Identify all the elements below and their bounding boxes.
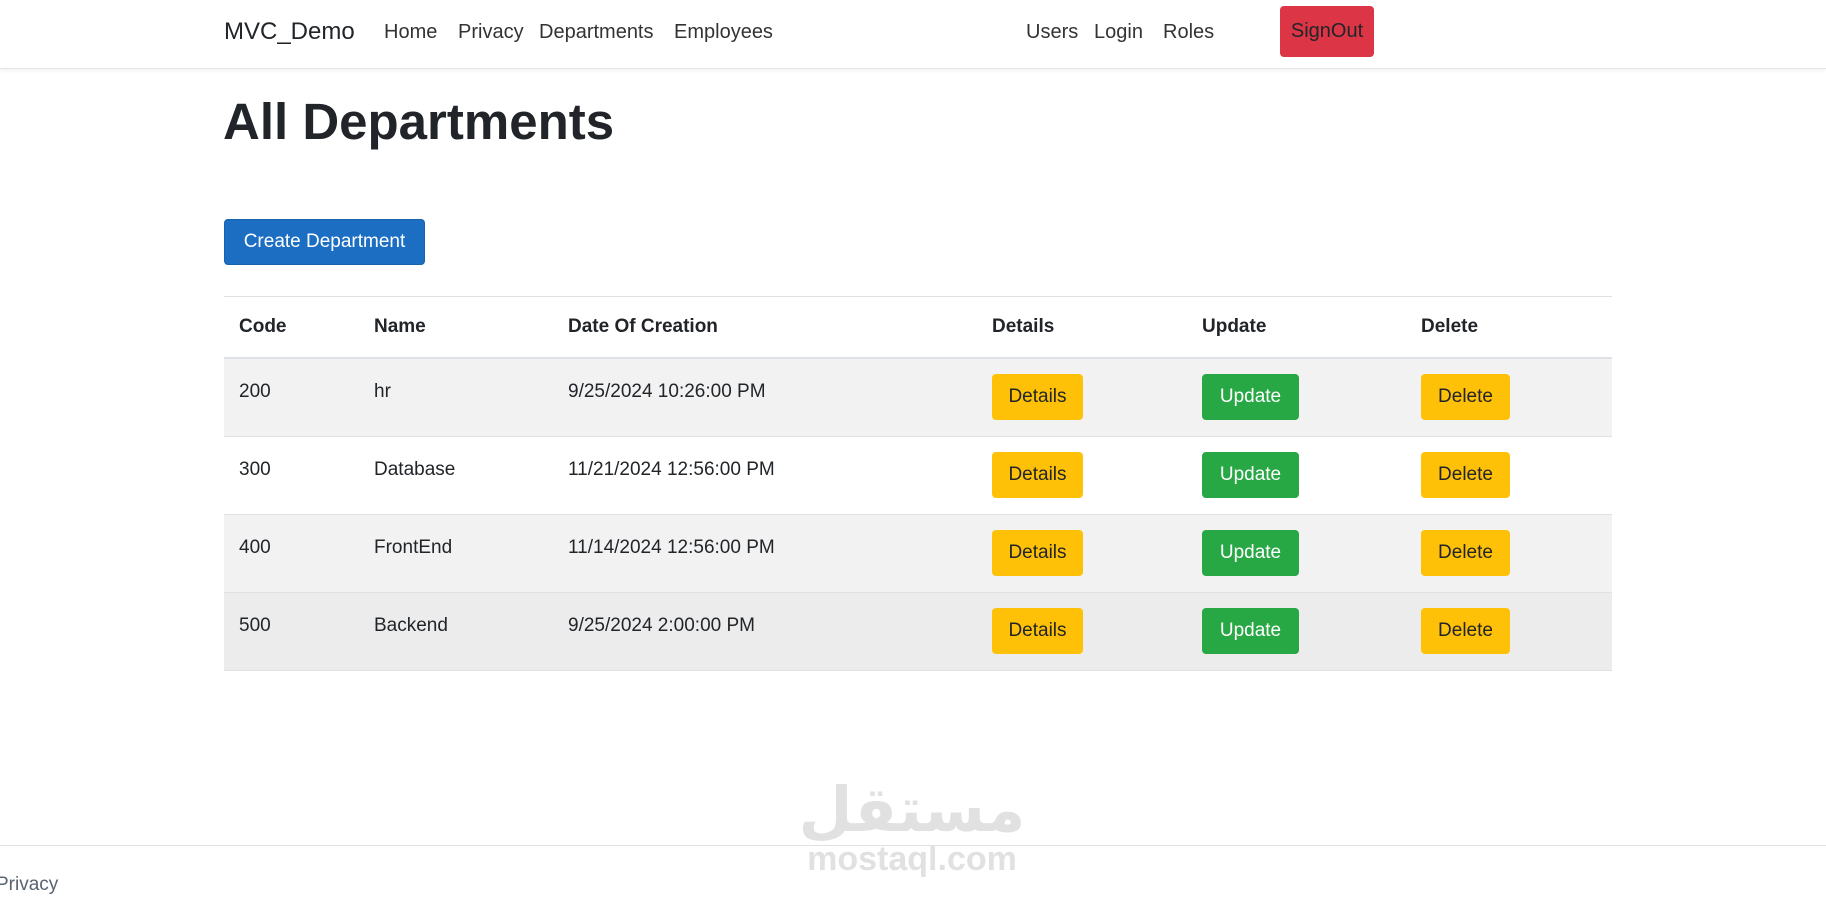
column-header-name: Name [359,296,553,359]
table-row: 200 hr 9/25/2024 10:26:00 PM Details Upd… [224,358,1612,437]
top-navbar: MVC_Demo Home Privacy Departments Employ… [0,0,1826,69]
cell-date: 9/25/2024 10:26:00 PM [553,358,977,437]
delete-button[interactable]: Delete [1421,608,1510,654]
cell-name: hr [359,358,553,437]
signout-button[interactable]: SignOut [1280,6,1374,57]
column-header-update: Update [1187,296,1406,359]
update-button[interactable]: Update [1202,530,1299,576]
page-footer: Privacy [0,845,1826,911]
footer-privacy-link[interactable]: Privacy [0,874,58,896]
cell-name: Backend [359,592,553,671]
cell-update: Update [1187,514,1406,593]
nav-link-login[interactable]: Login [1094,21,1143,44]
cell-code: 400 [224,514,359,593]
cell-update: Update [1187,358,1406,437]
cell-details: Details [977,592,1187,671]
column-header-date: Date Of Creation [553,296,977,359]
table-row: 300 Database 11/21/2024 12:56:00 PM Deta… [224,436,1612,515]
details-button[interactable]: Details [992,452,1083,498]
delete-button[interactable]: Delete [1421,452,1510,498]
cell-update: Update [1187,436,1406,515]
create-department-button[interactable]: Create Department [224,219,425,265]
cell-name: Database [359,436,553,515]
table-row: 500 Backend 9/25/2024 2:00:00 PM Details… [224,592,1612,671]
nav-link-departments[interactable]: Departments [539,21,654,44]
update-button[interactable]: Update [1202,608,1299,654]
table-header-row: Code Name Date Of Creation Details Updat… [224,296,1612,359]
watermark-logo: مستقل [798,776,1026,845]
cell-delete: Delete [1406,514,1612,593]
nav-link-privacy[interactable]: Privacy [458,21,524,44]
cell-code: 200 [224,358,359,437]
cell-details: Details [977,436,1187,515]
cell-code: 500 [224,592,359,671]
cell-date: 11/14/2024 12:56:00 PM [553,514,977,593]
nav-link-roles[interactable]: Roles [1163,21,1214,44]
details-button[interactable]: Details [992,608,1083,654]
update-button[interactable]: Update [1202,374,1299,420]
cell-details: Details [977,358,1187,437]
brand-link[interactable]: MVC_Demo [224,18,355,46]
update-button[interactable]: Update [1202,452,1299,498]
nav-link-employees[interactable]: Employees [674,21,773,44]
column-header-details: Details [977,296,1187,359]
cell-delete: Delete [1406,358,1612,437]
column-header-delete: Delete [1406,296,1612,359]
cell-delete: Delete [1406,592,1612,671]
cell-code: 300 [224,436,359,515]
cell-date: 11/21/2024 12:56:00 PM [553,436,977,515]
delete-button[interactable]: Delete [1421,374,1510,420]
page-title: All Departments [223,93,615,150]
cell-delete: Delete [1406,436,1612,515]
cell-date: 9/25/2024 2:00:00 PM [553,592,977,671]
details-button[interactable]: Details [992,374,1083,420]
delete-button[interactable]: Delete [1421,530,1510,576]
cell-update: Update [1187,592,1406,671]
nav-link-home[interactable]: Home [384,21,437,44]
column-header-code: Code [224,296,359,359]
cell-details: Details [977,514,1187,593]
table-row: 400 FrontEnd 11/14/2024 12:56:00 PM Deta… [224,514,1612,593]
cell-name: FrontEnd [359,514,553,593]
details-button[interactable]: Details [992,530,1083,576]
nav-link-users[interactable]: Users [1026,21,1078,44]
departments-table: Code Name Date Of Creation Details Updat… [224,296,1612,671]
